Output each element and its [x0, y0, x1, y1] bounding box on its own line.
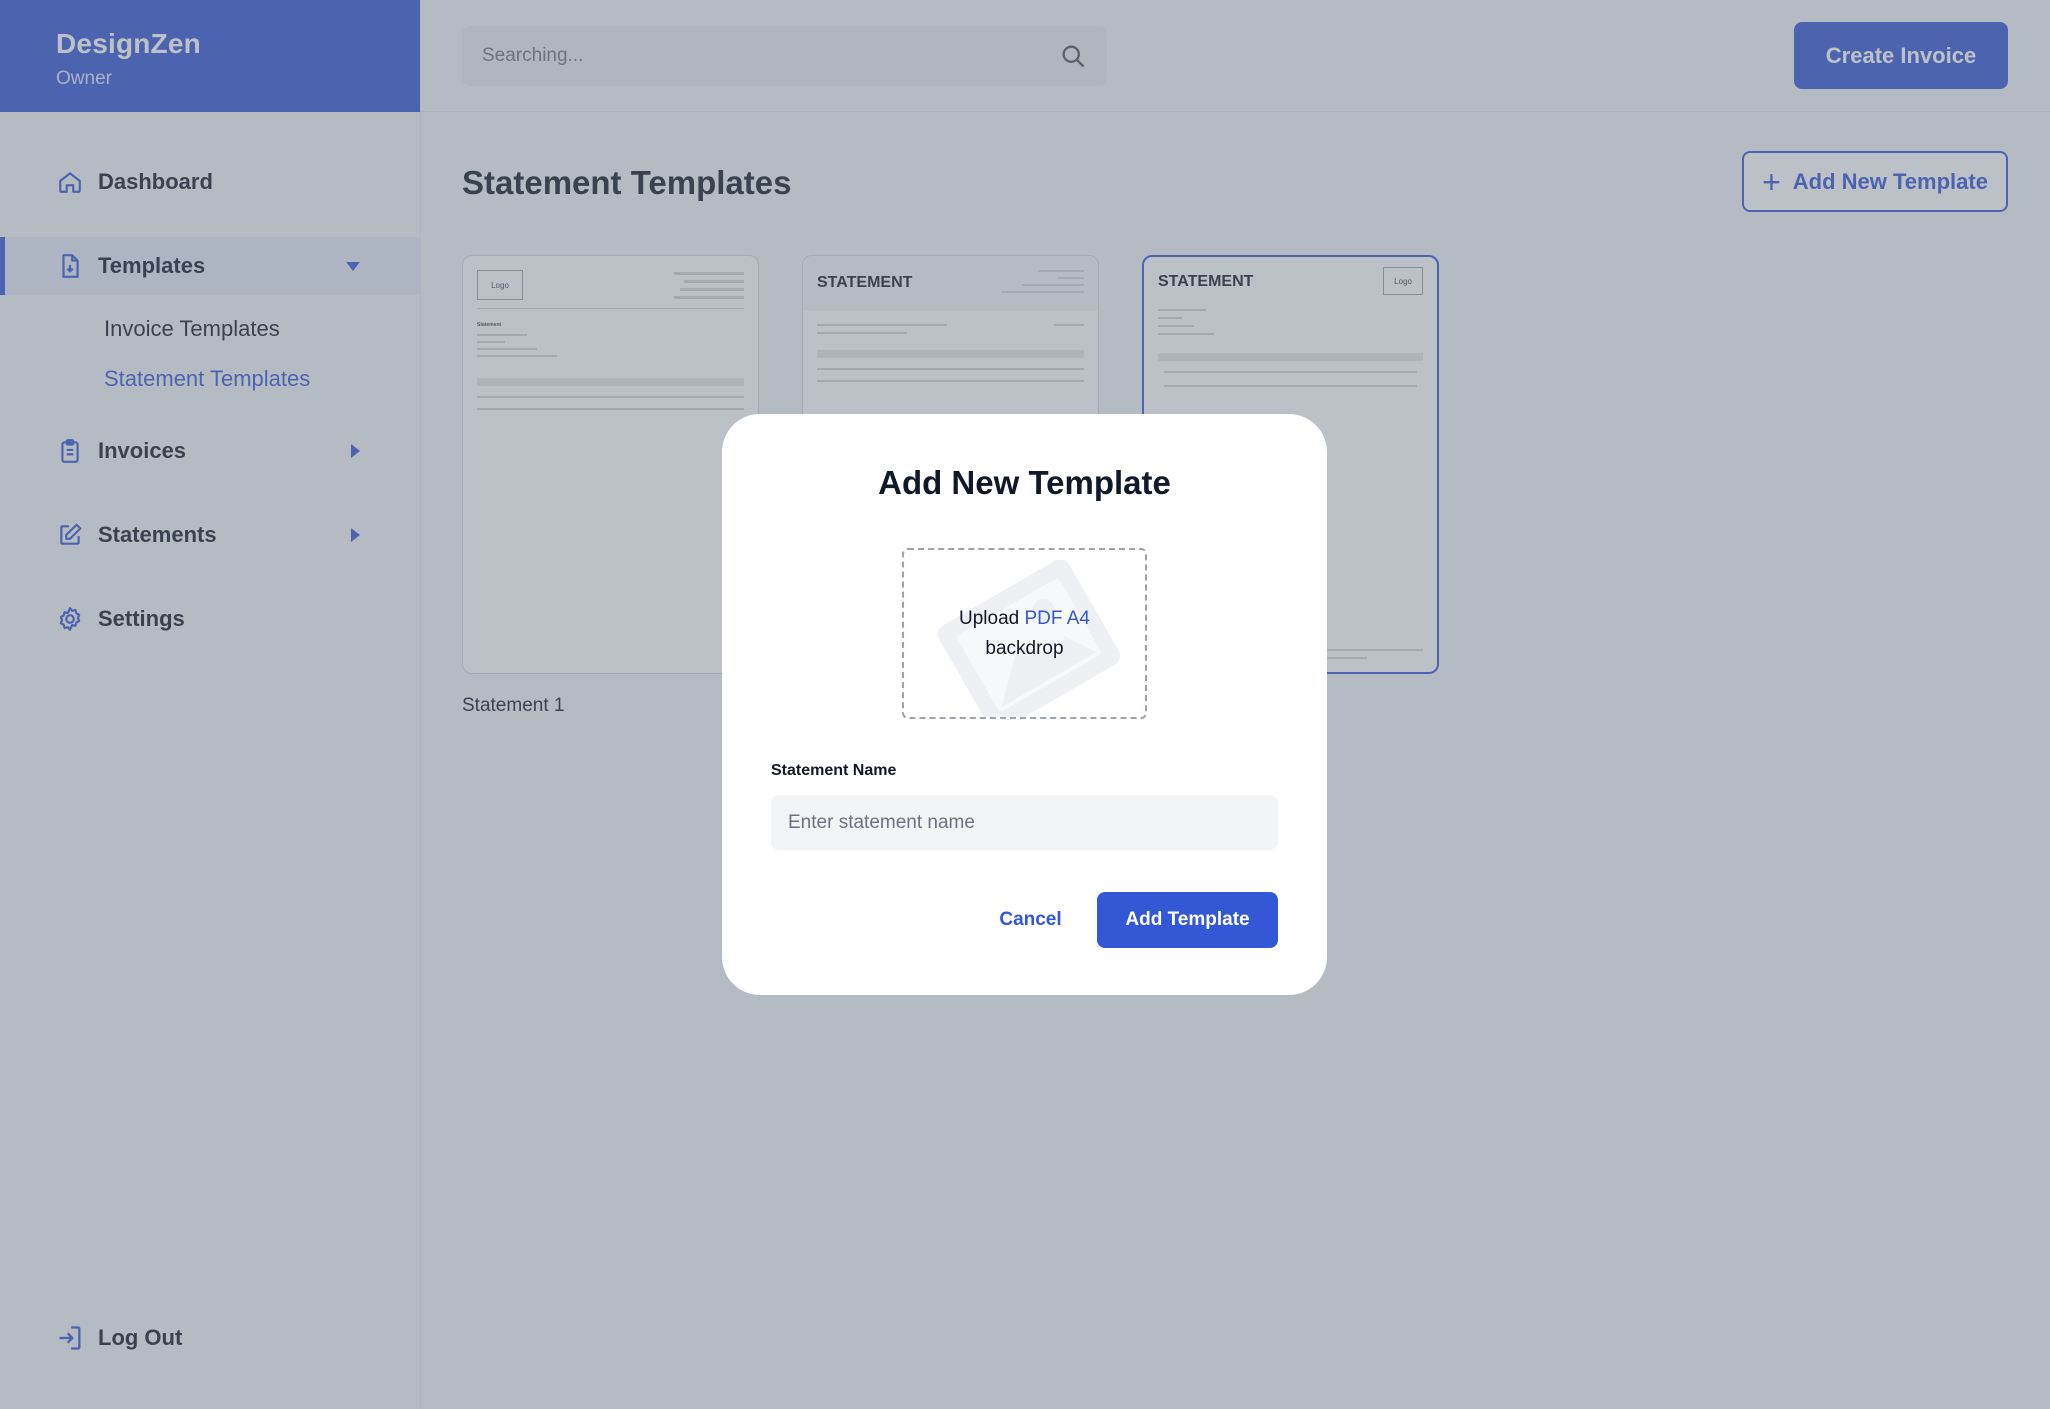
modal-title: Add New Template: [878, 464, 1171, 501]
add-template-button[interactable]: Add Template: [1097, 892, 1278, 948]
upload-dropzone[interactable]: Upload PDF A4 backdrop: [902, 548, 1147, 719]
statement-name-input[interactable]: [771, 795, 1278, 850]
upload-suffix: backdrop: [985, 637, 1064, 659]
upload-prefix: Upload: [959, 607, 1020, 629]
statement-name-label: Statement Name: [771, 762, 897, 779]
cancel-button[interactable]: Cancel: [974, 892, 1087, 948]
upload-pdf-link[interactable]: PDF A4: [1025, 608, 1090, 629]
upload-instructions: Upload PDF A4 backdrop: [959, 604, 1090, 664]
add-template-modal: Add New Template Upload PDF A4 backdrop …: [722, 414, 1327, 995]
